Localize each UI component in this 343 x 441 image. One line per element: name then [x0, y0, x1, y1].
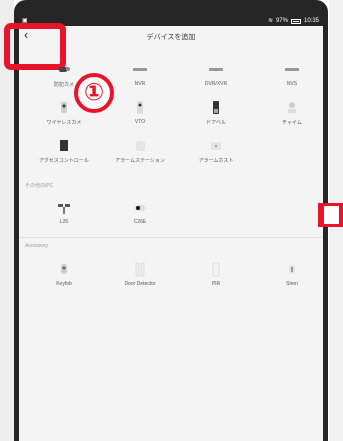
bullet-camera-icon — [135, 205, 145, 211]
alarm-station-icon — [136, 141, 145, 151]
accessory-row: Keyfob Door Detector PIR Siren — [19, 258, 323, 298]
keyfob-icon — [61, 264, 67, 274]
alarm-host-icon — [211, 142, 221, 150]
dual-camera-icon — [58, 204, 70, 214]
dvr-icon — [209, 68, 223, 71]
device-label: C26E — [133, 219, 147, 225]
clock: 10:35 — [303, 18, 319, 24]
step-number-annotation: ① — [74, 73, 114, 113]
device-label: チャイム — [282, 120, 302, 126]
doorbell-icon — [213, 101, 219, 114]
wireless-camera-icon — [61, 102, 67, 113]
device-siren[interactable]: Siren — [247, 258, 337, 298]
access-control-icon — [60, 140, 68, 151]
section-title-accessory: Accessory — [25, 243, 49, 249]
wifi-icon: ≋ — [267, 18, 273, 24]
device-label: Siren — [286, 281, 298, 287]
device-alarm-host[interactable]: アラームホスト — [171, 134, 261, 174]
device-label: アラームホスト — [198, 158, 234, 164]
status-right: ≋ 97% 10:35 — [268, 17, 319, 26]
nvr-icon — [133, 68, 147, 71]
camera-icon — [59, 67, 70, 72]
side-marker — [318, 203, 343, 227]
device-row-3: アクセスコントロール アラームステーション アラームホスト — [19, 134, 323, 174]
device-c26e[interactable]: C26E — [95, 196, 185, 236]
pir-icon — [212, 262, 220, 277]
battery-icon — [290, 19, 301, 24]
divider — [19, 237, 323, 238]
device-label: NVS — [286, 81, 298, 87]
device-nvs[interactable]: NVS — [247, 58, 337, 98]
ipc-row: L26 C26E — [19, 196, 323, 236]
section-title-ipc: その他のIPC — [25, 183, 54, 189]
nvs-icon — [285, 68, 299, 71]
status-bar: ▣ ≋ 97% 10:35 — [19, 17, 323, 26]
siren-icon — [289, 265, 295, 274]
intercom-icon — [137, 101, 143, 114]
chime-icon — [288, 102, 296, 113]
door-detector-icon — [135, 262, 145, 277]
device-row-1: 防犯カメ NVR DVR/XVR NVS — [19, 58, 323, 98]
battery-percent: 97% — [275, 18, 288, 24]
device-row-2: ワイヤレスカメ VTO ドアベル チャイム — [19, 96, 323, 136]
device-chime[interactable]: チャイム — [247, 96, 337, 136]
